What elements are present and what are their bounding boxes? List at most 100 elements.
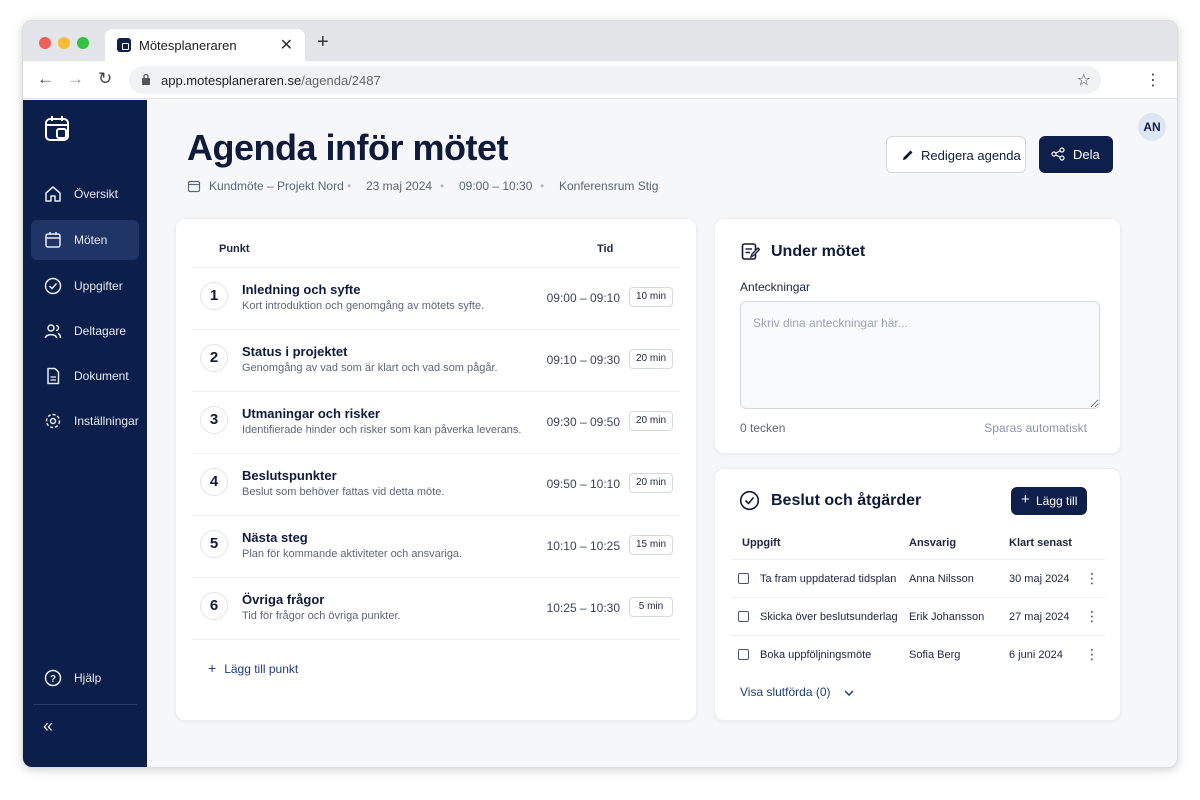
browser-menu-icon[interactable]: ⋮ (1145, 70, 1161, 90)
sidebar-item-oversikt[interactable]: Översikt (31, 174, 139, 214)
bookmark-star-icon[interactable]: ☆ (1077, 70, 1091, 90)
close-window-button[interactable] (39, 37, 51, 49)
calendar-logo-icon[interactable] (43, 114, 73, 144)
task-owner: Anna Nilsson (909, 573, 974, 585)
agenda-item-time: 09:30 – 09:50 (546, 415, 620, 429)
agenda-item-number: 1 (200, 282, 228, 310)
browser-tab[interactable]: Mötesplaneraren ✕ (105, 29, 305, 61)
agenda-item-description: Tid för frågor och övriga punkter. (242, 610, 401, 622)
notes-card: Under mötet Anteckningar 0 tecken Sparas… (714, 218, 1121, 454)
agenda-item-title: Inledning och syfte (242, 282, 361, 297)
add-point-button[interactable]: + Lägg till punkt (208, 660, 298, 676)
meeting-room: Konferensrum Stig (559, 179, 659, 193)
home-icon (45, 186, 61, 202)
add-decision-label: Lägg till (1036, 494, 1078, 508)
agenda-item-description: Genomgång av vad som är klart och vad so… (242, 362, 498, 374)
share-icon (1051, 147, 1065, 161)
agenda-card: Punkt Tid 1 Inledning och syfte Kort int… (175, 218, 697, 721)
task-checkbox[interactable] (738, 611, 749, 622)
reload-icon[interactable]: ↻ (98, 69, 112, 89)
agenda-item[interactable]: 5 Nästa steg Plan för kommande aktivitet… (192, 516, 680, 578)
back-arrow-icon[interactable]: ← (37, 69, 54, 89)
table-row[interactable]: Boka uppföljningsmöte Sofia Berg 6 juni … (731, 635, 1105, 673)
sidebar-item-hjalp[interactable]: ? Hjälp (31, 658, 139, 698)
app-favicon-icon (117, 38, 131, 52)
minimize-window-button[interactable] (58, 37, 70, 49)
calendar-icon (45, 232, 61, 248)
browser-window: Mötesplaneraren ✕ + ← → ↻ app.motesplane… (22, 20, 1178, 768)
agenda-item[interactable]: 1 Inledning och syfte Kort introduktion … (192, 268, 680, 330)
agenda-item-time: 09:00 – 09:10 (546, 291, 620, 305)
user-avatar[interactable]: AN (1138, 113, 1166, 141)
browser-titlebar: Mötesplaneraren ✕ + (23, 21, 1177, 61)
agenda-item-title: Status i projektet (242, 344, 348, 359)
share-label: Dela (1073, 147, 1100, 162)
forward-arrow-icon[interactable]: → (67, 69, 84, 89)
task-due: 27 maj 2024 (1009, 611, 1070, 623)
url-path: /agenda/2487 (301, 73, 381, 88)
more-options-icon[interactable]: ⋮ (1085, 608, 1099, 625)
autosave-status: Sparas automatiskt (984, 421, 1087, 435)
share-button[interactable]: Dela (1039, 136, 1113, 173)
sidebar-item-label: Dokument (74, 369, 129, 383)
svg-text:?: ? (50, 674, 56, 685)
task-due: 30 maj 2024 (1009, 573, 1070, 585)
decisions-card: Beslut och åtgärder + Lägg till Uppgift … (714, 468, 1121, 721)
more-options-icon[interactable]: ⋮ (1085, 570, 1099, 587)
chevron-down-icon (844, 690, 854, 696)
sidebar-item-installningar[interactable]: Inställningar (31, 401, 139, 441)
agenda-item-time: 09:10 – 09:30 (546, 353, 620, 367)
agenda-item-description: Identifierade hinder och risker som kan … (242, 424, 522, 436)
lock-icon (142, 73, 150, 85)
edit-agenda-label: Redigera agenda (921, 148, 1021, 163)
meeting-name: Kundmöte – Projekt Nord (209, 179, 344, 193)
column-header-due: Klart senast (1009, 537, 1072, 549)
agenda-item[interactable]: 2 Status i projektet Genomgång av vad so… (192, 330, 680, 392)
notes-label: Anteckningar (740, 280, 811, 294)
agenda-item-duration: 20 min (629, 473, 673, 493)
notes-textarea[interactable] (740, 301, 1100, 409)
task-checkbox[interactable] (738, 573, 749, 584)
show-completed-toggle[interactable]: Visa slutförda (0) (740, 685, 854, 699)
agenda-item-duration: 15 min (629, 535, 673, 555)
users-icon (44, 324, 62, 339)
agenda-item[interactable]: 3 Utmaningar och risker Identifierade hi… (192, 392, 680, 454)
tab-close-icon[interactable]: ✕ (280, 35, 293, 55)
meeting-time: 09:00 – 10:30 (459, 179, 533, 193)
more-options-icon[interactable]: ⋮ (1085, 646, 1099, 663)
agenda-item[interactable]: 6 Övriga frågor Tid för frågor och övrig… (192, 578, 680, 640)
table-row[interactable]: Skicka över beslutsunderlag Erik Johanss… (731, 597, 1105, 635)
task-due: 6 juni 2024 (1009, 649, 1063, 661)
agenda-item-time: 10:10 – 10:25 (546, 539, 620, 553)
notes-icon (741, 243, 760, 260)
sidebar-item-label: Möten (74, 233, 108, 247)
plus-icon: + (208, 660, 217, 676)
add-decision-button[interactable]: + Lägg till (1011, 487, 1087, 515)
agenda-item-title: Utmaningar och risker (242, 406, 380, 421)
collapse-sidebar-icon[interactable]: « (43, 716, 53, 737)
sidebar-item-uppgifter[interactable]: Uppgifter (31, 266, 139, 306)
show-completed-label: Visa slutförda (0) (740, 685, 831, 699)
agenda-item-duration: 5 min (629, 597, 673, 617)
maximize-window-button[interactable] (77, 37, 89, 49)
table-row[interactable]: Ta fram uppdaterad tidsplan Anna Nilsson… (731, 559, 1105, 597)
address-bar[interactable]: app.motesplaneraren.se/agenda/2487 ☆ (129, 66, 1101, 94)
agenda-item-description: Plan för kommande aktiviteter och ansvar… (242, 548, 463, 560)
task-checkbox[interactable] (738, 649, 749, 660)
sidebar-item-label: Uppgifter (74, 279, 123, 293)
sidebar-item-moten[interactable]: Möten (31, 220, 139, 260)
column-header-time: Tid (597, 243, 614, 255)
sidebar-item-dokument[interactable]: Dokument (31, 356, 139, 396)
new-tab-button[interactable]: + (317, 31, 329, 54)
url-text: app.motesplaneraren.se/agenda/2487 (161, 73, 381, 88)
notes-title: Under mötet (771, 243, 866, 260)
agenda-item-number: 3 (200, 406, 228, 434)
agenda-item-number: 2 (200, 344, 228, 372)
gear-icon (45, 413, 61, 429)
edit-agenda-button[interactable]: Redigera agenda (886, 136, 1026, 173)
agenda-item-number: 4 (200, 468, 228, 496)
agenda-item[interactable]: 4 Beslutspunkter Beslut som behöver fatt… (192, 454, 680, 516)
agenda-item-description: Kort introduktion och genomgång av mötet… (242, 300, 485, 312)
sidebar-item-deltagare[interactable]: Deltagare (31, 311, 139, 351)
sidebar-divider (33, 704, 137, 705)
